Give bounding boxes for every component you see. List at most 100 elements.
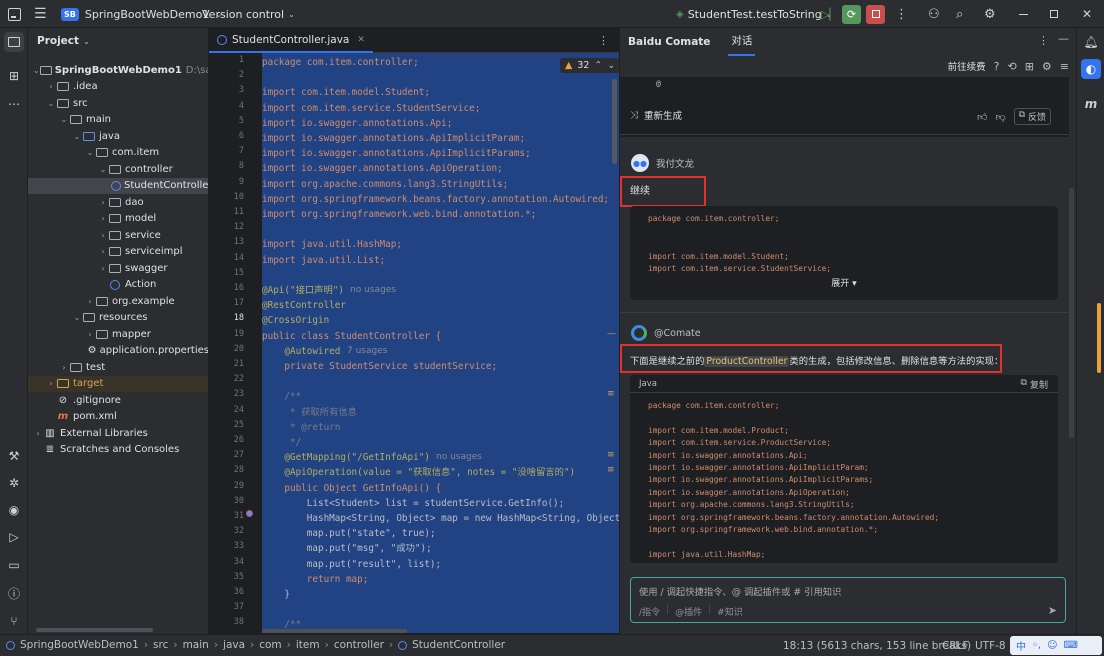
- thumbs-up-icon[interactable]: 👍︎: [977, 111, 987, 123]
- gutter-marker-icon[interactable]: [246, 510, 253, 517]
- vertical-scrollbar[interactable]: [612, 79, 617, 164]
- editor-horizontal-scrollbar[interactable]: [262, 629, 407, 633]
- tree-item[interactable]: ⌄ src: [28, 95, 208, 112]
- inspection-widget[interactable]: ▲ 32 ⌃ ⌄: [560, 58, 619, 73]
- chevron-down-icon[interactable]: ⌄: [85, 148, 95, 157]
- tree-item[interactable]: ⌄ com.item: [28, 145, 208, 162]
- chevron-down-icon[interactable]: ⌄: [33, 66, 40, 75]
- more-icon[interactable]: ⋯: [4, 94, 24, 114]
- notifications-icon[interactable]: 🔔︎: [1081, 32, 1101, 52]
- plugin-button[interactable]: @插件: [675, 605, 702, 618]
- breadcrumb-item[interactable]: src: [153, 639, 168, 651]
- chevron-down-icon[interactable]: ⌄: [59, 115, 69, 124]
- chevron-right-icon[interactable]: ›: [98, 264, 108, 273]
- chevron-right-icon[interactable]: ›: [33, 429, 43, 438]
- more-options-icon[interactable]: ⋮: [1038, 34, 1049, 47]
- more-actions-icon[interactable]: ⋮: [895, 0, 908, 28]
- tree-item[interactable]: › swagger: [28, 260, 208, 277]
- chevron-right-icon[interactable]: ›: [98, 247, 108, 256]
- line-separator[interactable]: CRLF: [942, 640, 969, 652]
- breadcrumb-item[interactable]: java: [223, 639, 245, 651]
- chevron-down-icon[interactable]: ⌄: [98, 165, 108, 174]
- chevron-right-icon[interactable]: ›: [59, 363, 69, 372]
- chevron-right-icon[interactable]: ›: [85, 330, 95, 339]
- doc-marker-icon[interactable]: ≡: [607, 389, 615, 399]
- resume-icon[interactable]: ▷▏: [821, 0, 838, 28]
- services-icon[interactable]: ◉: [4, 500, 24, 520]
- usage-hint[interactable]: no usages: [436, 452, 482, 462]
- knowledge-button[interactable]: #知识: [717, 605, 743, 618]
- run-config-selector[interactable]: ◈ StudentTest.testToString ⌄: [676, 0, 832, 28]
- tree-item[interactable]: ⌄ controller: [28, 161, 208, 178]
- git-icon[interactable]: ⑂: [4, 611, 24, 631]
- structure-icon[interactable]: ⊞: [4, 66, 24, 86]
- tree-item[interactable]: › .idea: [28, 79, 208, 96]
- tree-item[interactable]: › ▥ External Libraries: [28, 425, 208, 442]
- command-button[interactable]: /指令: [639, 605, 660, 618]
- tree-item[interactable]: › org.example: [28, 293, 208, 310]
- close-icon[interactable]: ✕: [1082, 0, 1092, 28]
- chevron-right-icon[interactable]: ›: [98, 198, 108, 207]
- comate-icon[interactable]: ◐: [1081, 59, 1101, 79]
- tab-chat[interactable]: 对话: [728, 28, 756, 56]
- chevron-right-icon[interactable]: ›: [85, 297, 95, 306]
- horizontal-scrollbar[interactable]: [36, 628, 153, 632]
- tree-item[interactable]: ⌄ SpringBootWebDemo1D:\save\sto: [28, 62, 208, 79]
- regenerate-button[interactable]: ⤨ 重新生成: [630, 108, 682, 123]
- debug-icon[interactable]: ✲: [4, 473, 24, 493]
- run-icon[interactable]: ▷: [4, 527, 24, 547]
- hide-panel-icon[interactable]: —: [1058, 32, 1069, 45]
- breadcrumb-item[interactable]: main: [183, 639, 209, 651]
- feedback-button[interactable]: ⧉ 反馈: [1013, 108, 1052, 125]
- breadcrumb-item[interactable]: com: [259, 639, 281, 651]
- tree-item[interactable]: ≣ Scratches and Consoles: [28, 442, 208, 459]
- tree-item[interactable]: ⚙ application.properties: [28, 343, 208, 360]
- tree-item[interactable]: ⌄ main: [28, 112, 208, 129]
- breadcrumb-item[interactable]: SpringBootWebDemo1: [20, 639, 139, 651]
- structure-marker-icon[interactable]: —: [607, 329, 616, 339]
- usage-hint[interactable]: 7 usages: [347, 346, 387, 356]
- chevron-right-icon[interactable]: ›: [98, 214, 108, 223]
- search-icon[interactable]: ⌕: [956, 0, 963, 28]
- settings-icon[interactable]: ⚙: [1042, 60, 1052, 73]
- problems-icon[interactable]: ⓘ: [4, 583, 24, 603]
- chat-input[interactable]: 使用 / 调起快捷指令、@ 调起插件或 # 引用知识 /指令 | @插件 | #知识…: [630, 577, 1066, 623]
- project-header[interactable]: Project ⌄: [37, 35, 90, 47]
- tree-item[interactable]: › target: [28, 375, 208, 392]
- project-icon[interactable]: [4, 32, 24, 52]
- chevron-right-icon[interactable]: ›: [98, 231, 108, 240]
- tree-item[interactable]: StudentController: [28, 177, 208, 194]
- more-tabs-icon[interactable]: ⋮: [598, 34, 609, 47]
- list-icon[interactable]: ≡: [1060, 60, 1069, 73]
- maximize-icon[interactable]: [1050, 0, 1058, 28]
- chevron-right-icon[interactable]: ›: [46, 379, 56, 388]
- vcs-menu[interactable]: Version control ⌄: [202, 0, 295, 28]
- tree-item[interactable]: › dao: [28, 194, 208, 211]
- minimize-icon[interactable]: [1019, 0, 1028, 28]
- chevron-down-icon[interactable]: ⌄: [46, 99, 56, 108]
- tree-item[interactable]: › test: [28, 359, 208, 376]
- usage-hint[interactable]: no usages: [350, 285, 396, 295]
- breadcrumb-item[interactable]: item: [296, 639, 320, 651]
- tree-item[interactable]: m pom.xml: [28, 409, 208, 426]
- close-tab-icon[interactable]: ✕: [357, 35, 365, 45]
- tree-item[interactable]: ⌄ resources: [28, 310, 208, 327]
- ime-toolbar[interactable]: 中 ◦, ☺ ⌨: [1010, 636, 1102, 655]
- tree-item[interactable]: ⌄ java: [28, 128, 208, 145]
- breadcrumb-item[interactable]: StudentController: [412, 639, 505, 651]
- tree-item[interactable]: Action: [28, 277, 208, 294]
- breadcrumb-item[interactable]: controller: [334, 639, 384, 651]
- maven-icon[interactable]: m: [1081, 94, 1101, 114]
- file-encoding[interactable]: UTF-8: [975, 640, 1006, 652]
- chevron-down-icon[interactable]: ⌄: [72, 132, 82, 141]
- tab-student-controller[interactable]: StudentController.java ✕: [209, 28, 373, 53]
- expand-button[interactable]: 展开 ▾: [630, 276, 1058, 289]
- add-user-icon[interactable]: ⚇: [928, 0, 940, 28]
- terminal-icon[interactable]: ▭: [4, 555, 24, 575]
- code-area[interactable]: package com.item.controller; import com.i…: [262, 53, 619, 633]
- comate-scrollbar[interactable]: [1069, 188, 1074, 438]
- copy-button[interactable]: ⧉ 复制: [1021, 378, 1048, 391]
- project-switcher[interactable]: SB SpringBootWebDemo1 ⌄: [61, 0, 222, 28]
- tree-item[interactable]: › serviceimpl: [28, 244, 208, 261]
- tree-item[interactable]: › model: [28, 211, 208, 228]
